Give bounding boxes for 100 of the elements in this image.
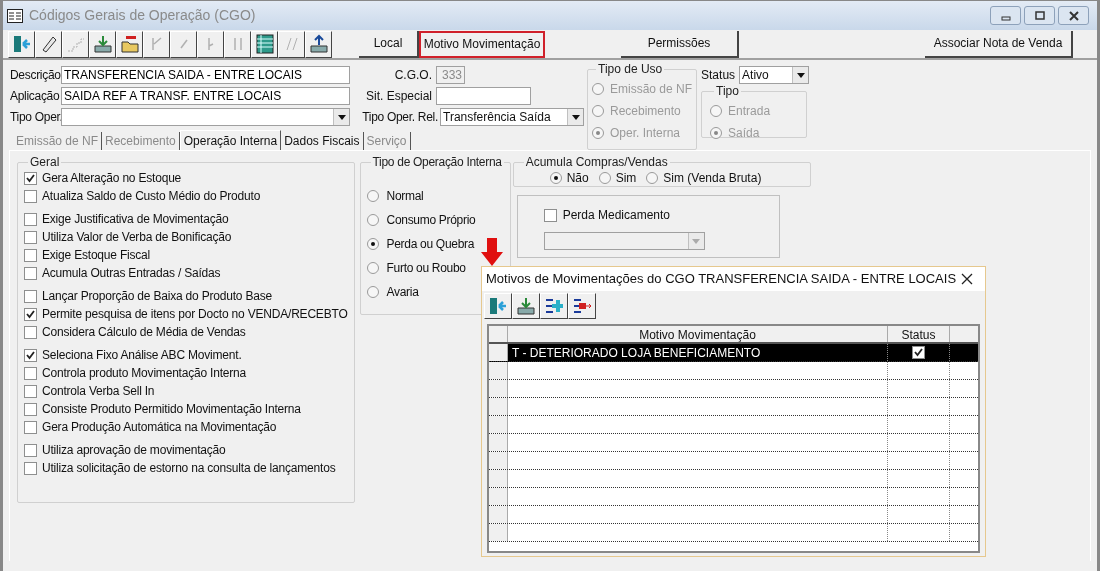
row-header: [489, 470, 508, 487]
caret-icon: [571, 114, 580, 120]
caret-icon: [337, 114, 346, 120]
checkbox[interactable]: [24, 230, 37, 244]
checkbox[interactable]: [24, 366, 37, 380]
toolbar-button[interactable]: [116, 30, 143, 58]
checkbox-label: Utiliza Valor de Verba de Bonificação: [42, 229, 232, 246]
table-row[interactable]: T - DETERIORADO LOJA BENEFICIAMENTO: [489, 344, 978, 362]
close-button[interactable]: [1058, 6, 1089, 25]
field-label: Tipo Oper. Rel.: [361, 109, 438, 126]
checkbox-label: Lançar Proporção de Baixa do Produto Base: [42, 288, 272, 305]
tab[interactable]: Operação Interna: [179, 130, 282, 150]
checkbox[interactable]: [24, 461, 37, 475]
toolbar-text-button[interactable]: Local: [359, 30, 419, 58]
checkbox[interactable]: [24, 189, 37, 203]
toolbar-button[interactable]: [251, 30, 278, 58]
caret-icon: [692, 238, 701, 244]
radio-button[interactable]: [549, 172, 562, 184]
checkbox-label: Permite pesquisa de itens por Docto no VENDA/RECEBTO: [42, 306, 348, 323]
toolbar-button[interactable]: [89, 30, 116, 58]
checkbox-label: Consiste Produto Permitido Movimentação Interna: [42, 401, 301, 418]
checkbox[interactable]: [24, 307, 37, 321]
radio-button[interactable]: [366, 262, 379, 274]
caret-icon: [796, 72, 805, 78]
checkbox[interactable]: [24, 384, 37, 398]
maximize-button[interactable]: [1024, 6, 1055, 25]
radio-label: Consumo Próprio: [386, 212, 476, 229]
toolbar-button[interactable]: [35, 30, 62, 58]
status-checkbox[interactable]: [912, 346, 925, 359]
toolbar-text-button[interactable]: Associar Nota de Venda: [925, 30, 1073, 58]
checkbox-label: Atualiza Saldo de Custo Médio do Produto: [42, 188, 261, 205]
tab[interactable]: Dados Fiscais: [281, 132, 364, 150]
radio-label: Recebimento: [610, 103, 681, 120]
row-header: [489, 380, 508, 397]
radio-label: Normal: [386, 188, 424, 205]
toolbar-button[interactable]: [305, 30, 332, 58]
group-title: Tipo de Operação Interna: [371, 154, 503, 171]
dropdown[interactable]: Transferência Saída: [440, 108, 584, 126]
dropdown[interactable]: [543, 232, 705, 250]
arrow-down-icon: [481, 238, 503, 266]
field-label: Descrição: [10, 67, 60, 84]
checkbox[interactable]: [543, 208, 557, 222]
radio-button[interactable]: [366, 190, 379, 202]
toolbar-button[interactable]: [484, 293, 512, 319]
dropdown[interactable]: Ativo: [739, 66, 810, 84]
dropdown[interactable]: [61, 108, 350, 126]
text-field[interactable]: [436, 87, 531, 105]
tray-download-icon: [516, 296, 536, 316]
radio-label: Emissão de NF: [610, 81, 693, 98]
previous-record-icon: [179, 39, 188, 49]
toolbar-button[interactable]: [512, 293, 540, 319]
door-exit-icon: [11, 34, 32, 54]
checkbox-label: Exige Justificativa de Movimentação: [42, 211, 229, 228]
checkbox[interactable]: [24, 402, 37, 416]
radio-button[interactable]: [366, 238, 379, 250]
tray-upload-icon: [308, 34, 329, 54]
text-field[interactable]: TRANSFERENCIA SAIDA - ENTRE LOCAIS: [61, 66, 350, 84]
dialog-title: Motivos de Movimentações do CGO TRANSFERENCIA SAIDA - ENTRE LOCAIS: [486, 270, 957, 289]
column-header[interactable]: Status: [888, 326, 950, 342]
radio-button[interactable]: [366, 214, 379, 226]
toolbar-text-button[interactable]: Motivo Movimentação: [419, 30, 545, 58]
radio-button[interactable]: [646, 172, 659, 184]
row-header: [489, 398, 508, 415]
radio-label: Saída: [728, 125, 760, 142]
table-icon: [254, 34, 275, 54]
column-header[interactable]: Motivo Movimentação: [508, 326, 888, 342]
folder-remove-icon: [119, 34, 140, 54]
checkbox[interactable]: [24, 325, 37, 339]
checkbox-label: Considera Cálculo de Média de Vendas: [42, 324, 246, 341]
checkbox[interactable]: [24, 348, 37, 362]
add-row-icon: [544, 296, 564, 316]
checkbox[interactable]: [24, 171, 37, 185]
checkbox-label: Seleciona Fixo Análise ABC Moviment.: [42, 347, 242, 364]
toolbar-button[interactable]: [568, 293, 596, 319]
group-title: Tipo de Uso: [597, 61, 664, 78]
text-field[interactable]: SAIDA REF A TRANSF. ENTRE LOCAIS: [61, 87, 350, 105]
maximize-icon: [1033, 10, 1046, 21]
checkbox-label: Controla produto Movimentação Interna: [42, 365, 247, 382]
radio-label: Sim (Venda Bruta): [663, 170, 762, 187]
checkbox[interactable]: [24, 289, 37, 303]
tray-download-icon: [92, 34, 113, 54]
minimize-button[interactable]: [990, 6, 1021, 25]
checkbox[interactable]: [24, 248, 37, 262]
close-icon[interactable]: [961, 273, 973, 285]
toolbar-button[interactable]: [540, 293, 568, 319]
table-cell: T - DETERIORADO LOJA BENEFICIAMENTO: [508, 344, 888, 361]
checkbox-label: Gera Alteração no Estoque: [42, 170, 182, 187]
toolbar-button[interactable]: [8, 30, 35, 58]
checkbox-label: Utiliza solicitação de estorno na consulta de lançamentos: [42, 460, 336, 477]
radio-button[interactable]: [598, 172, 611, 184]
radio-label: Entrada: [728, 103, 771, 120]
checkbox[interactable]: [24, 212, 37, 226]
checkbox[interactable]: [24, 420, 37, 434]
radio-button[interactable]: [366, 286, 379, 298]
field-label: Tipo Oper.: [10, 109, 60, 126]
toolbar-text-button[interactable]: Permissões: [621, 30, 739, 58]
checkbox[interactable]: [24, 266, 37, 280]
door-exit-icon: [488, 296, 508, 316]
group-title: Acumula Compras/Vendas: [524, 154, 669, 171]
checkbox[interactable]: [24, 443, 37, 457]
